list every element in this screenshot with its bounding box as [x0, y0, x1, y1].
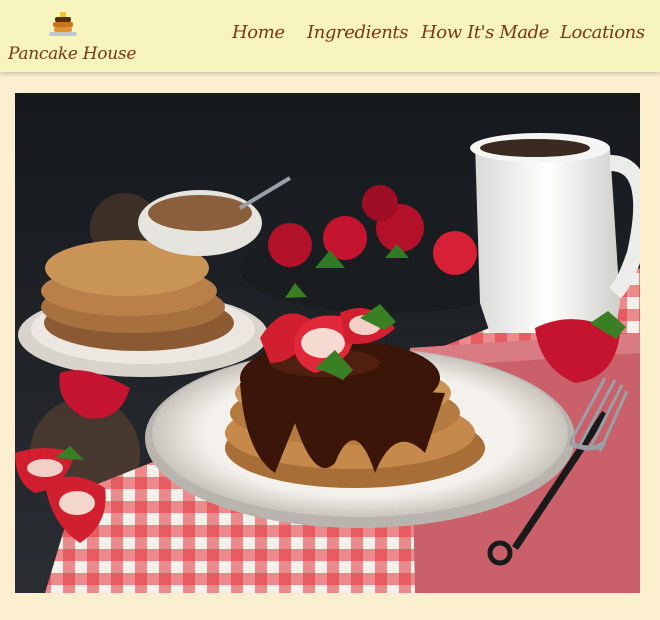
pancake-stack-icon: [49, 12, 77, 36]
site-header: Pancake House Home Ingredients How It's …: [0, 0, 660, 72]
brand-logo-link[interactable]: Pancake House: [8, 8, 138, 68]
brand-name: Pancake House: [8, 44, 137, 64]
nav-locations[interactable]: Locations: [560, 22, 645, 43]
nav-home[interactable]: Home: [232, 22, 285, 43]
nav-how-its-made[interactable]: How It's Made: [421, 22, 549, 43]
nav-ingredients[interactable]: Ingredients: [307, 22, 408, 43]
hero-image: [15, 93, 640, 593]
